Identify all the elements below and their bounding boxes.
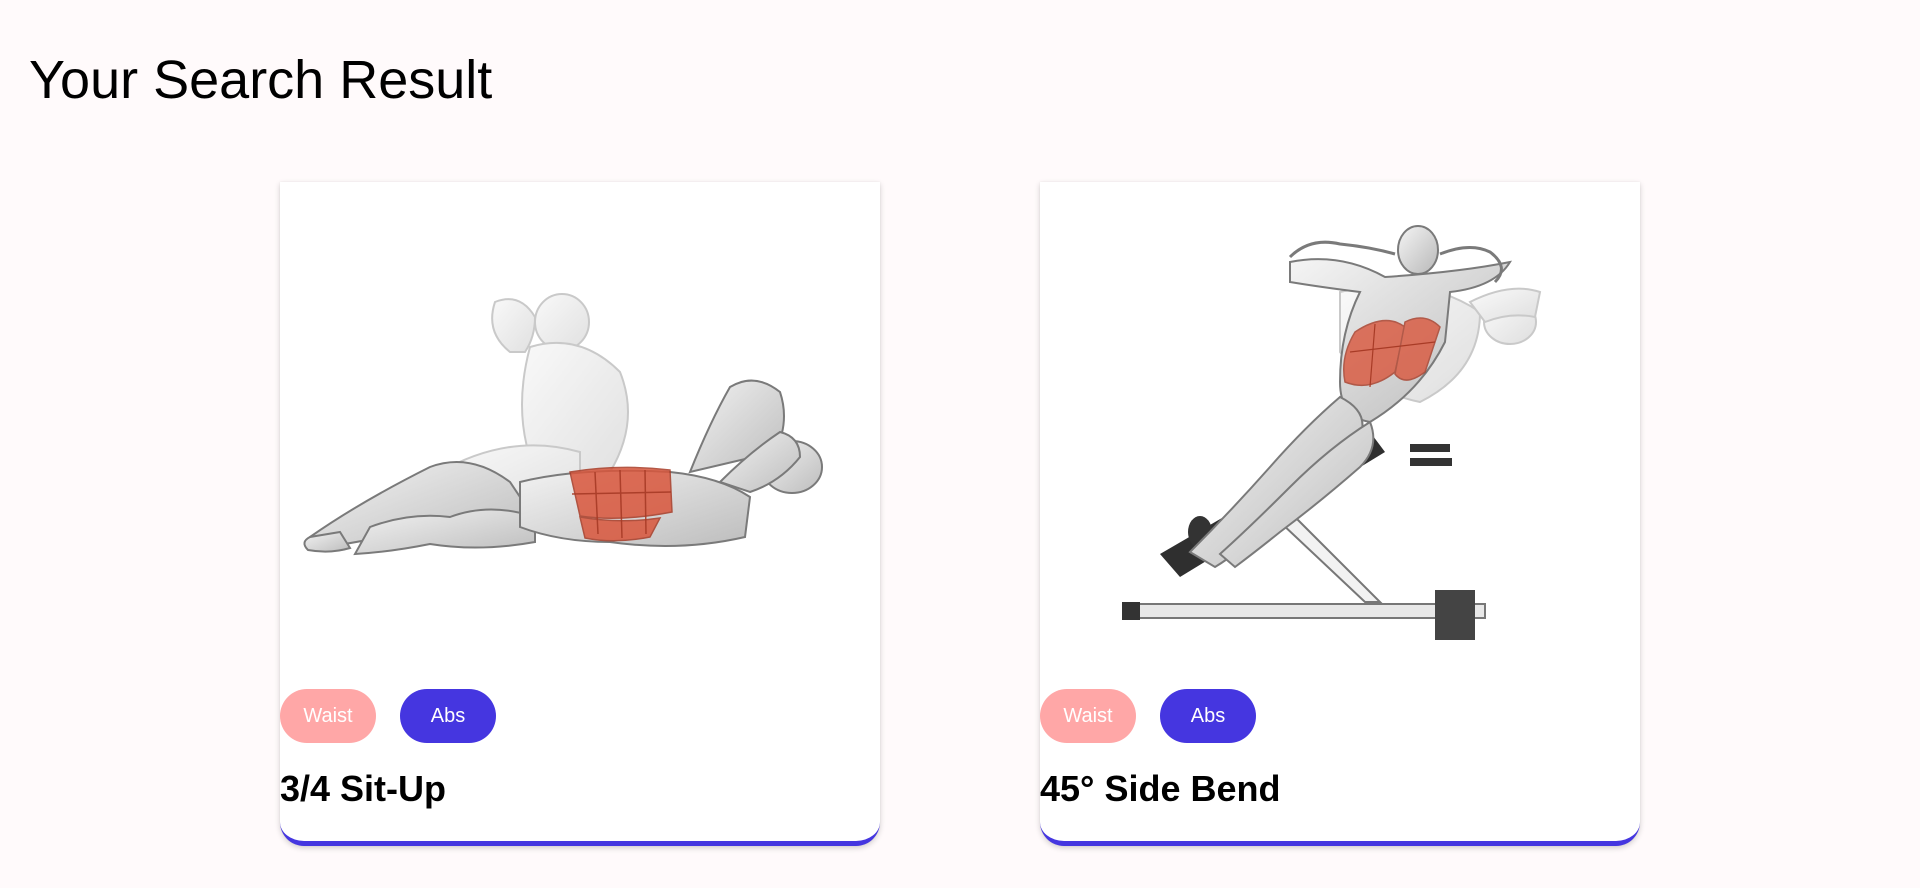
target-tag-button[interactable]: Abs [1160, 689, 1256, 743]
target-tag-button[interactable]: Abs [400, 689, 496, 743]
exercise-image [303, 293, 823, 556]
exercise-name: 45° Side Bend [1040, 768, 1281, 809]
exercise-name: 3/4 Sit-Up [280, 768, 447, 809]
page-title: Your Search Result [29, 50, 493, 110]
exercise-image [1122, 225, 1542, 640]
exercise-card[interactable]: Waist Abs 3/4 Sit-Up [280, 182, 880, 846]
tag-group: Waist Abs [280, 689, 496, 743]
bodypart-tag-button[interactable]: Waist [280, 689, 376, 743]
bodypart-tag-button[interactable]: Waist [1040, 689, 1136, 743]
exercise-card[interactable]: Waist Abs 45° Side Bend [1040, 182, 1640, 846]
tag-group: Waist Abs [1040, 689, 1256, 743]
